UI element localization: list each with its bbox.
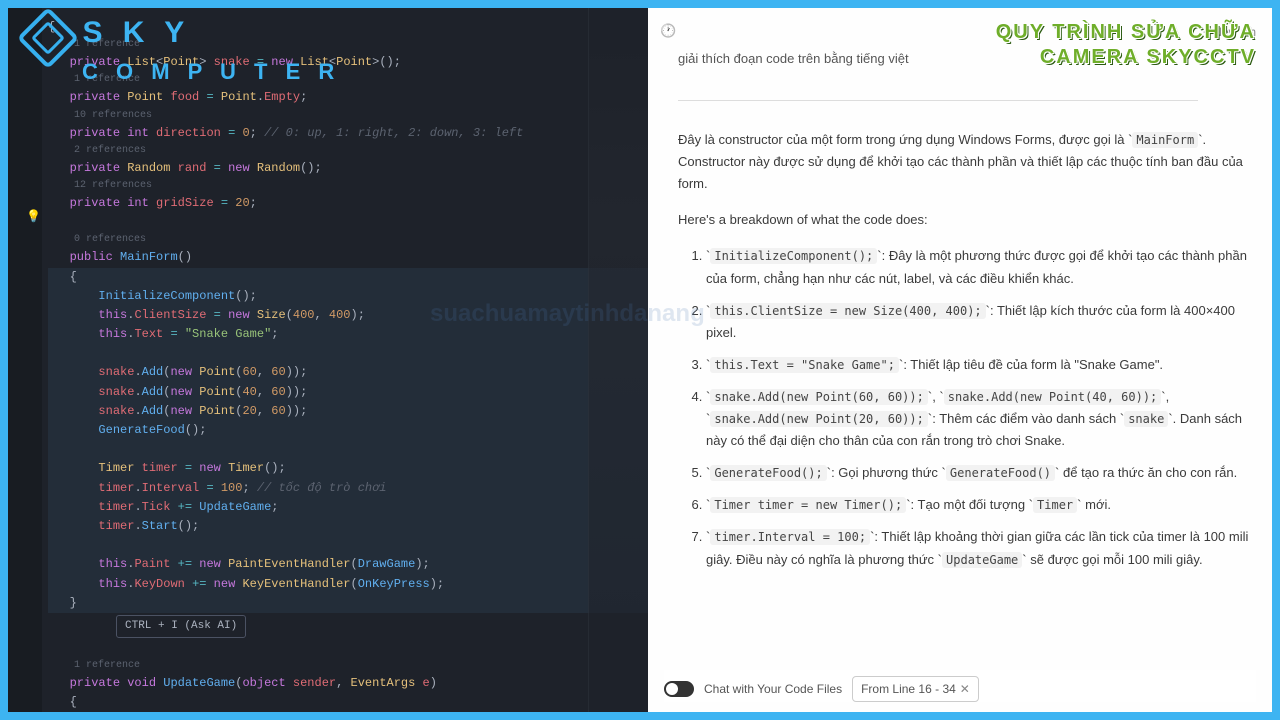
divider [678, 100, 1198, 101]
code-files-toggle[interactable] [664, 681, 694, 697]
code-editor[interactable]: 💡 { 1 reference private List<Point> snak… [8, 8, 648, 712]
ask-ai-hint[interactable]: CTRL + I (Ask AI) [116, 615, 246, 639]
list-item: `Timer timer = new Timer();`: Tạo một đố… [706, 494, 1252, 516]
list-item: `timer.Interval = 100;`: Thiết lập khoản… [706, 526, 1252, 570]
code-lens[interactable]: 1 reference [48, 658, 648, 674]
logo-icon [17, 7, 79, 69]
code-lens[interactable]: 12 references [48, 178, 648, 194]
line-range-chip[interactable]: From Line 16 - 34 ✕ [852, 676, 979, 702]
minimap[interactable] [588, 8, 648, 712]
code-lens[interactable]: 2 references [48, 143, 648, 159]
banner-title: QUY TRÌNH SỬA CHỮA CAMERA SKYCCTV [996, 20, 1256, 70]
list-item: `InitializeComponent();`: Đây là một phư… [706, 245, 1252, 289]
assistant-message: Đây là constructor của một form trong ứn… [678, 129, 1252, 571]
chat-footer: Chat with Your Code Files From Line 16 -… [664, 670, 1256, 702]
history-icon[interactable] [660, 20, 676, 42]
close-icon[interactable]: ✕ [960, 679, 970, 699]
toggle-label: Chat with Your Code Files [704, 679, 842, 699]
lightbulb-icon[interactable]: 💡 [26, 208, 41, 227]
chat-panel: + New Ch giải thích đoạn code trên bằng … [648, 8, 1272, 712]
brand-logo: S K Y C O M P U T E R [26, 16, 340, 84]
code-lens[interactable]: 10 references [48, 108, 648, 124]
list-item: `snake.Add(new Point(60, 60));`, `snake.… [706, 386, 1252, 452]
code-lens[interactable]: 0 references [48, 232, 648, 248]
list-item: `this.ClientSize = new Size(400, 400);`:… [706, 300, 1252, 344]
list-item: `GenerateFood();`: Gọi phương thức `Gene… [706, 462, 1252, 484]
editor-gutter [8, 8, 42, 712]
list-item: `this.Text = "Snake Game";`: Thiết lập t… [706, 354, 1252, 376]
